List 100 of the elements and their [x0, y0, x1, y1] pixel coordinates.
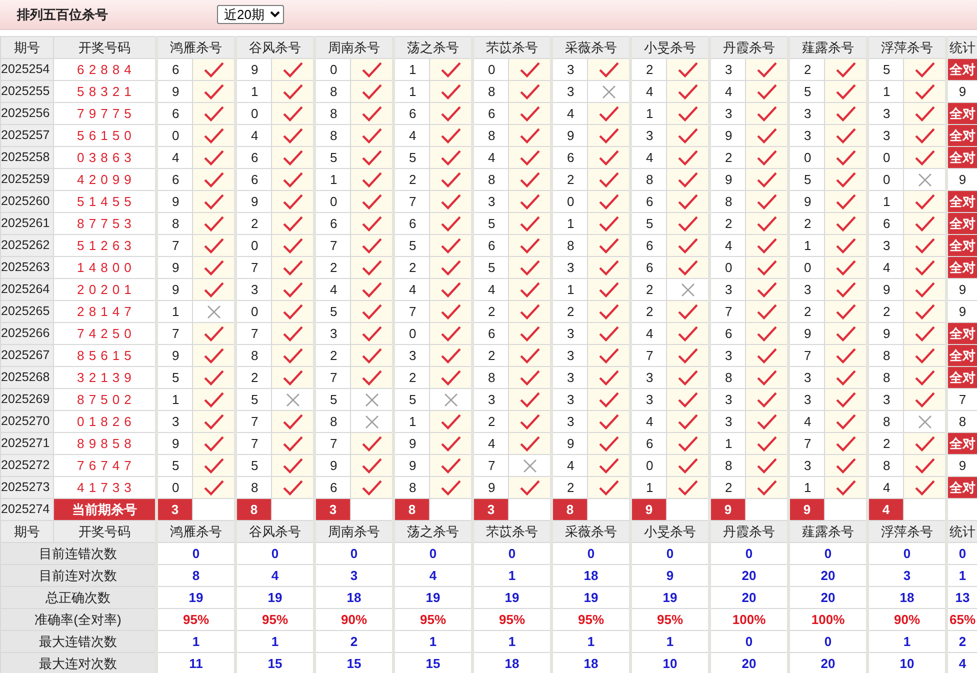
- current-kill-number: 8: [552, 498, 588, 520]
- column-header: 荡之杀号: [394, 520, 472, 542]
- current-kill-number: 9: [710, 498, 746, 520]
- current-kill-number: 8: [236, 498, 272, 520]
- summary-value: 0: [314, 542, 394, 564]
- stat-cell: 全对: [946, 58, 977, 80]
- current-kill-number: 4: [868, 498, 904, 520]
- summary-value: 20: [710, 564, 788, 586]
- column-header: 统计: [946, 36, 977, 58]
- stat-cell: 8: [946, 410, 977, 432]
- stat-cell: 7: [946, 388, 977, 410]
- summary-value: 1: [472, 630, 552, 652]
- summary-value: 4: [394, 564, 472, 586]
- current-kill-number: 3: [472, 498, 508, 520]
- stat-cell: 9: [946, 300, 977, 322]
- column-header: 期号: [0, 36, 54, 58]
- column-header: 小旻杀号: [630, 520, 710, 542]
- summary-value: 0: [710, 542, 788, 564]
- period-cell: 2025273: [0, 476, 54, 498]
- summary-value: 0: [394, 542, 472, 564]
- period-cell: 2025256: [0, 102, 54, 124]
- summary-value: 1: [156, 630, 236, 652]
- summary-value: 90%: [314, 608, 394, 630]
- summary-value: 0: [156, 542, 236, 564]
- stat-cell: 全对: [946, 476, 977, 498]
- column-header: 薤露杀号: [788, 520, 868, 542]
- column-header: 芣苡杀号: [472, 36, 552, 58]
- period-cell: 2025262: [0, 234, 54, 256]
- summary-label: 最大连错次数: [0, 630, 156, 652]
- summary-value: 1: [630, 630, 710, 652]
- summary-value: 19: [630, 586, 710, 608]
- summary-value: 9: [630, 564, 710, 586]
- stat-cell: 全对: [946, 344, 977, 366]
- summary-value: 19: [394, 586, 472, 608]
- summary-value: 0: [788, 542, 868, 564]
- column-header: 薤露杀号: [788, 36, 868, 58]
- column-header: 开奖号码: [54, 520, 156, 542]
- column-header: 开奖号码: [54, 36, 156, 58]
- period-cell: 2025266: [0, 322, 54, 344]
- summary-value: 2: [314, 630, 394, 652]
- summary-label: 目前连错次数: [0, 542, 156, 564]
- stat-cell: 全对: [946, 146, 977, 168]
- summary-value: 100%: [710, 608, 788, 630]
- column-header: 期号: [0, 520, 54, 542]
- summary-value: 95%: [394, 608, 472, 630]
- stat-cell: 全对: [946, 102, 977, 124]
- column-header: 芣苡杀号: [472, 520, 552, 542]
- summary-value: 65%: [946, 608, 977, 630]
- stat-cell: 9: [946, 454, 977, 476]
- summary-value: 1: [236, 630, 314, 652]
- summary-value: 95%: [630, 608, 710, 630]
- stat-cell: 全对: [946, 234, 977, 256]
- current-kill-number: 9: [630, 498, 666, 520]
- summary-value: 0: [236, 542, 314, 564]
- period-select[interactable]: 近20期: [217, 5, 284, 24]
- summary-value: 3: [314, 564, 394, 586]
- current-kill-number: 8: [394, 498, 430, 520]
- summary-value: 1: [868, 630, 946, 652]
- summary-value: 0: [552, 542, 630, 564]
- stat-cell: 全对: [946, 124, 977, 146]
- column-header: 小旻杀号: [630, 36, 710, 58]
- current-kill-number: 3: [314, 498, 350, 520]
- summary-value: 1: [394, 630, 472, 652]
- summary-value: 13: [946, 586, 977, 608]
- summary-value: 18: [314, 586, 394, 608]
- summary-label: 目前连对次数: [0, 564, 156, 586]
- stat-cell: 全对: [946, 432, 977, 454]
- stat-cell: 9: [946, 80, 977, 102]
- column-header: 丹霞杀号: [710, 520, 788, 542]
- summary-value: 2: [946, 630, 977, 652]
- period-cell: 2025270: [0, 410, 54, 432]
- summary-value: 8: [156, 564, 236, 586]
- column-header: 周南杀号: [314, 36, 394, 58]
- stat-cell: 9: [946, 168, 977, 190]
- summary-value: 0: [472, 542, 552, 564]
- column-header: 谷风杀号: [236, 36, 314, 58]
- column-header: 鸿雁杀号: [156, 36, 236, 58]
- summary-value: 90%: [868, 608, 946, 630]
- summary-value: 20: [710, 586, 788, 608]
- period-cell: 2025254: [0, 58, 54, 80]
- summary-value: 20: [788, 586, 868, 608]
- period-cell: 2025271: [0, 432, 54, 454]
- summary-value: 95%: [236, 608, 314, 630]
- summary-value: 0: [630, 542, 710, 564]
- stat-cell: 全对: [946, 190, 977, 212]
- summary-value: 19: [472, 586, 552, 608]
- period-cell: 2025263: [0, 256, 54, 278]
- period-cell: 2025265: [0, 300, 54, 322]
- stat-cell: 全对: [946, 256, 977, 278]
- summary-value: 95%: [552, 608, 630, 630]
- period-cell: 2025261: [0, 212, 54, 234]
- summary-value: 3: [868, 564, 946, 586]
- current-kill-number: 3: [156, 498, 192, 520]
- summary-value: 0: [946, 542, 977, 564]
- period-cell: 2025272: [0, 454, 54, 476]
- period-cell: 2025274: [0, 498, 54, 520]
- summary-value: 1: [946, 564, 977, 586]
- summary-value: 100%: [788, 608, 868, 630]
- summary-label: 总正确次数: [0, 586, 156, 608]
- period-cell: 2025264: [0, 278, 54, 300]
